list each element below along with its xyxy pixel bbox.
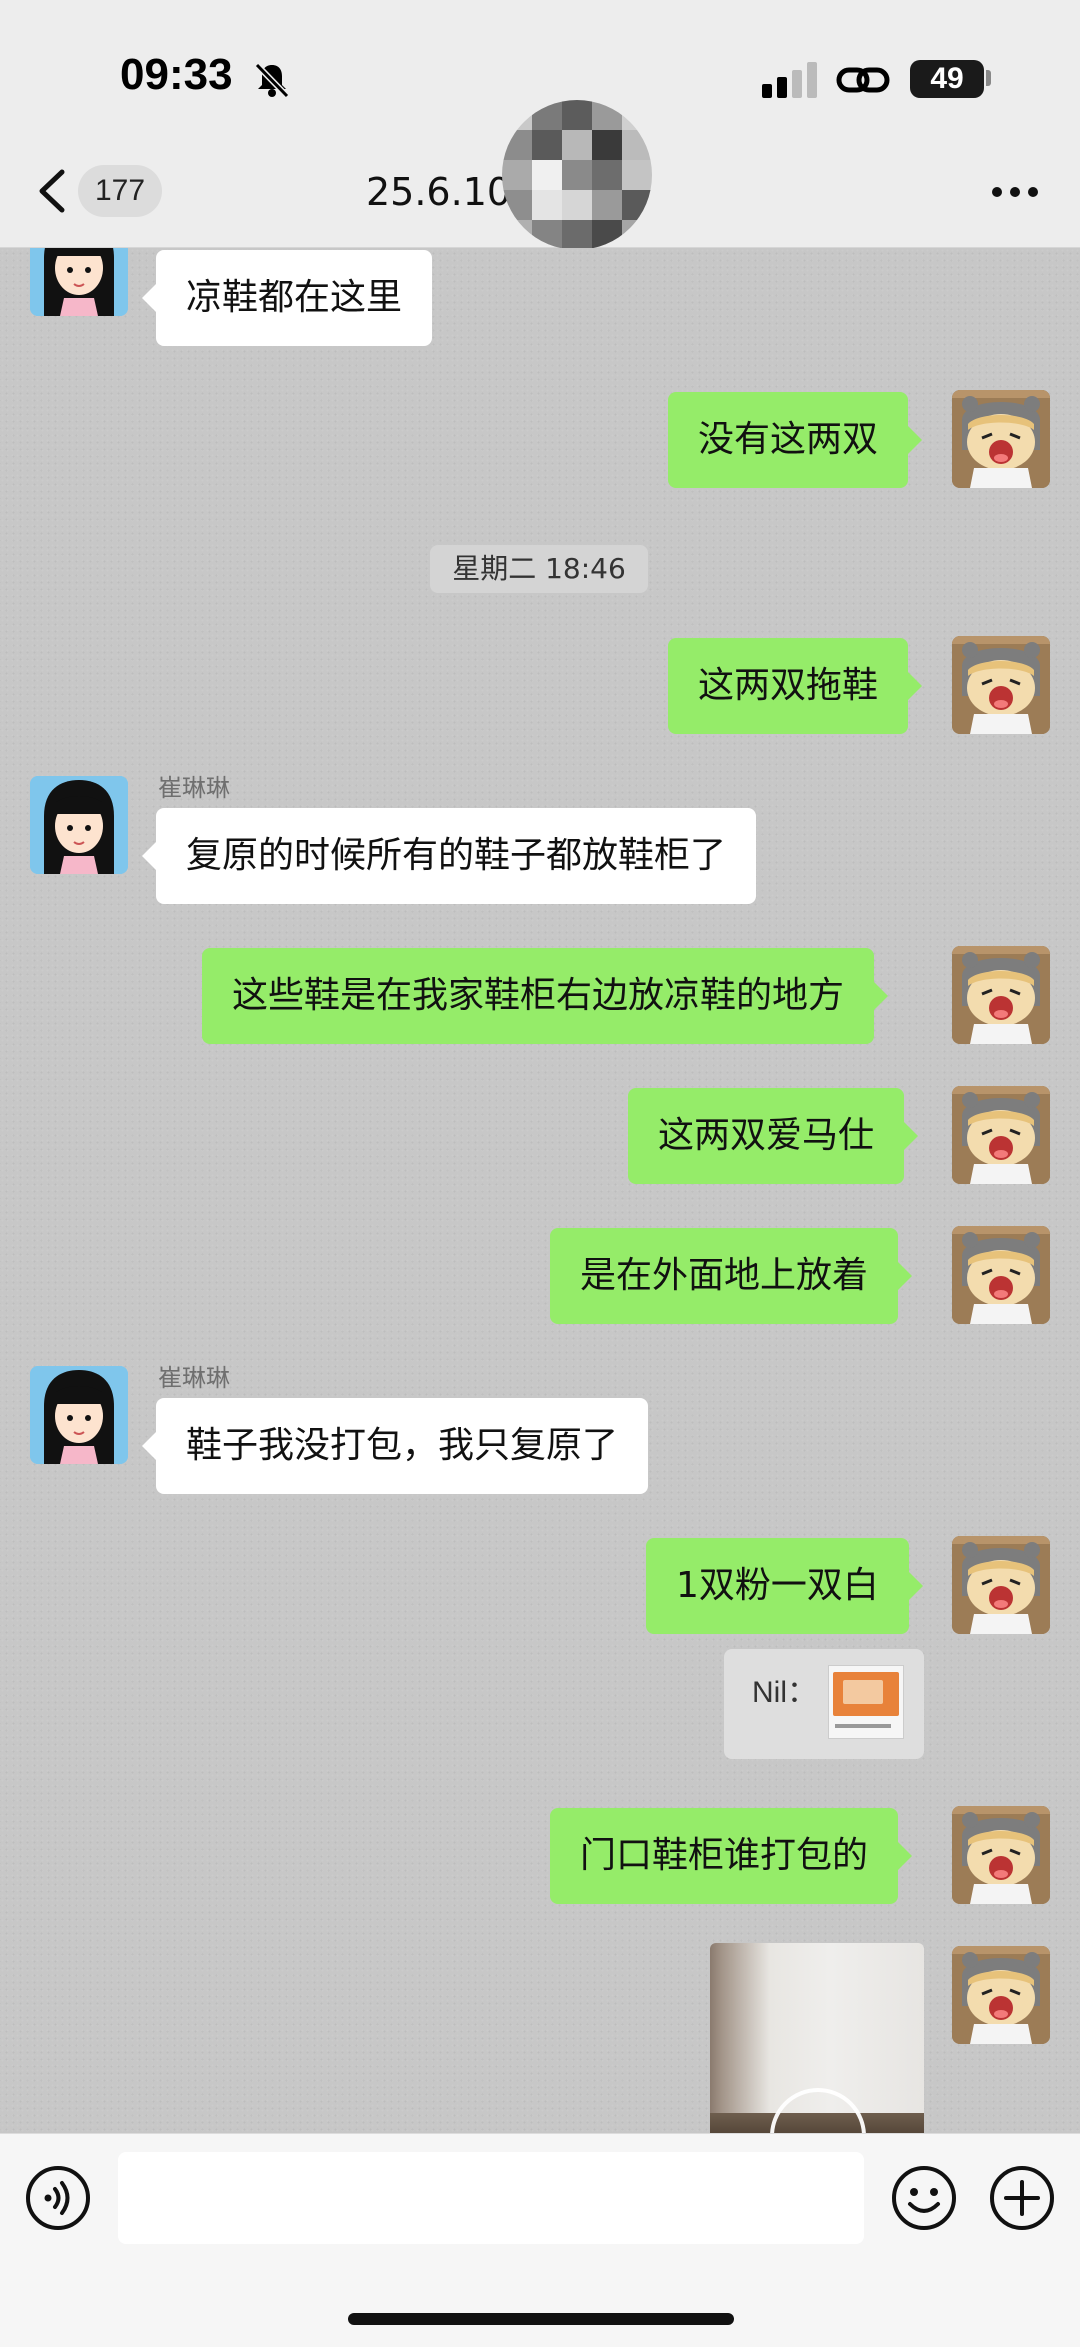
outgoing-message-bubble[interactable]: 没有这两双: [668, 392, 923, 488]
avatar[interactable]: [30, 248, 128, 316]
outgoing-message-bubble[interactable]: 1双粉一双白: [646, 1538, 923, 1634]
timestamp-divider: 星期二 18:46: [430, 545, 648, 593]
avatar[interactable]: [30, 776, 128, 874]
incoming-message-bubble[interactable]: 复原的时候所有的鞋子都放鞋柜了: [141, 808, 757, 904]
avatar[interactable]: [30, 1366, 128, 1464]
avatar[interactable]: [952, 1536, 1050, 1634]
incoming-message-bubble[interactable]: 鞋子我没打包，我只复原了: [141, 1398, 649, 1494]
quote-sender: Nil：: [752, 1676, 817, 1709]
quoted-message[interactable]: Nil：: [724, 1649, 924, 1759]
video-message[interactable]: [710, 1943, 924, 2133]
avatar[interactable]: [952, 1946, 1050, 2044]
umaru-avatar-icon: [952, 390, 1050, 488]
chat-area[interactable]: 凉鞋都在这里 没有这两双 星期二 18:46 这两双拖鞋 崔琳琳 复原的时候所有…: [0, 248, 1080, 2133]
umaru-avatar-icon: [952, 1946, 1050, 2044]
avatar[interactable]: [952, 1806, 1050, 1904]
status-time: 09:33: [120, 50, 233, 99]
avatar[interactable]: [952, 946, 1050, 1044]
more-dots-icon[interactable]: [990, 180, 1040, 204]
play-icon[interactable]: [770, 2088, 866, 2133]
emoji-icon[interactable]: [890, 2164, 958, 2232]
umaru-avatar-icon: [952, 1086, 1050, 1184]
outgoing-message-bubble[interactable]: 这些鞋是在我家鞋柜右边放凉鞋的地方: [202, 948, 889, 1044]
quote-thumbnail: [828, 1665, 904, 1739]
battery-indicator: 49: [910, 60, 984, 98]
voice-icon[interactable]: [24, 2164, 92, 2232]
avatar[interactable]: [952, 1086, 1050, 1184]
outgoing-message-bubble[interactable]: 这两双爱马仕: [628, 1088, 919, 1184]
girl-avatar-icon: [30, 248, 128, 316]
link-icon: [836, 67, 890, 93]
avatar[interactable]: [952, 390, 1050, 488]
unread-count-badge[interactable]: 177: [78, 165, 162, 217]
girl-avatar-icon: [30, 776, 128, 874]
girl-avatar-icon: [30, 1366, 128, 1464]
chevron-left-icon[interactable]: [34, 166, 68, 216]
avatar[interactable]: [952, 1226, 1050, 1324]
home-indicator[interactable]: [348, 2313, 734, 2325]
incoming-message-bubble[interactable]: 凉鞋都在这里: [141, 250, 433, 346]
message-input[interactable]: [118, 2152, 864, 2244]
sender-name: 崔琳琳: [158, 1364, 230, 1392]
umaru-avatar-icon: [952, 946, 1050, 1044]
umaru-avatar-icon: [952, 636, 1050, 734]
umaru-avatar-icon: [952, 1226, 1050, 1324]
bell-off-icon: [254, 62, 290, 99]
sender-name: 崔琳琳: [158, 774, 230, 802]
plus-icon[interactable]: [988, 2164, 1056, 2232]
battery-tip: [986, 70, 991, 86]
umaru-avatar-icon: [952, 1536, 1050, 1634]
outgoing-message-bubble[interactable]: 是在外面地上放着: [550, 1228, 913, 1324]
umaru-avatar-icon: [952, 1806, 1050, 1904]
outgoing-message-bubble[interactable]: 门口鞋柜谁打包的: [550, 1808, 913, 1904]
outgoing-message-bubble[interactable]: 这两双拖鞋: [668, 638, 923, 734]
pixelated-avatar-overlay: [502, 100, 652, 250]
avatar[interactable]: [952, 636, 1050, 734]
signal-icon: [762, 62, 817, 98]
